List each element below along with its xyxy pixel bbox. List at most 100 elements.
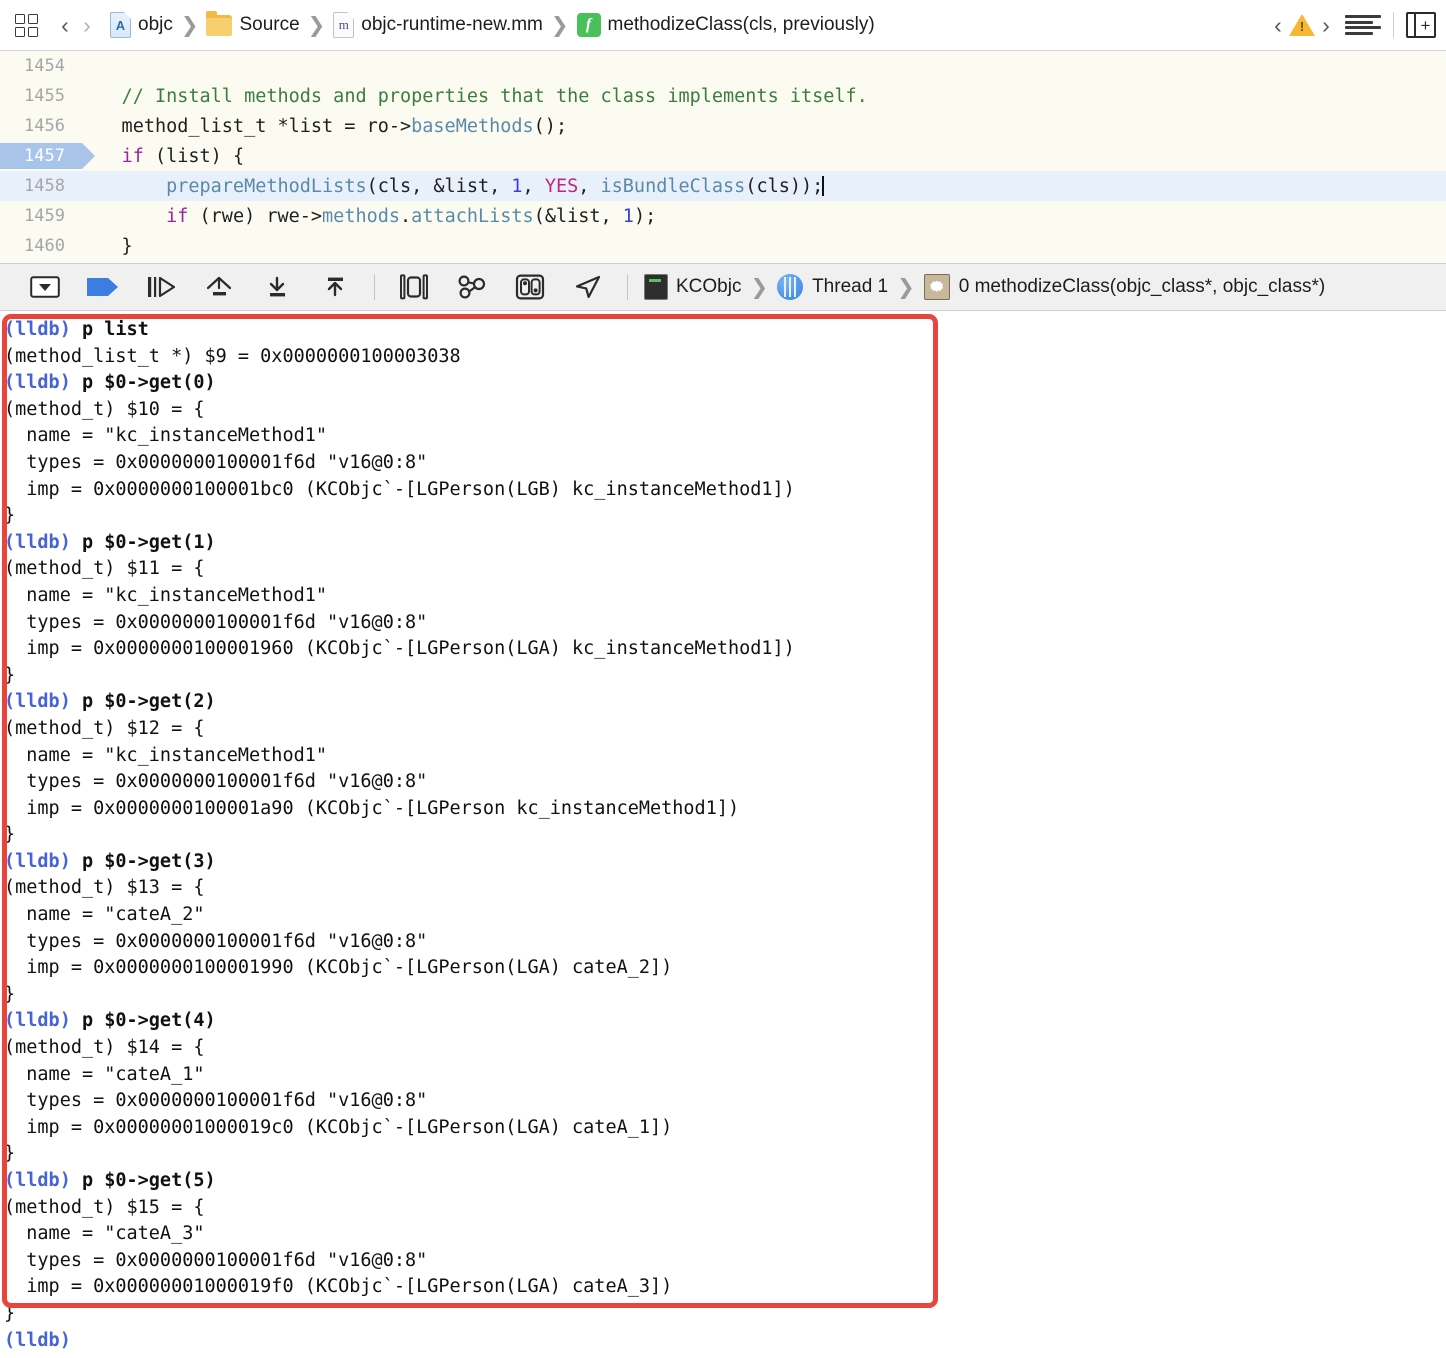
- lldb-command: p $0->get(2): [70, 691, 216, 713]
- stack-frame-label[interactable]: 0 methodizeClass(objc_class*, objc_class…: [959, 276, 1325, 298]
- code-token: 1: [511, 175, 523, 197]
- lldb-command: p $0->get(0): [70, 372, 216, 394]
- line-number[interactable]: 1454: [0, 56, 77, 76]
- breadcrumb-item-function[interactable]: f methodizeClass(cls, previously): [576, 13, 875, 37]
- code-text: prepareMethodLists(cls, &list, 1, YES, i…: [77, 175, 824, 197]
- line-number[interactable]: 1457: [0, 146, 77, 166]
- code-token: if: [166, 205, 189, 227]
- console-command-line[interactable]: (lldb) p $0->get(1): [4, 530, 1446, 557]
- code-token: method_list_t *list = ro->: [77, 115, 412, 137]
- code-token: ,: [522, 175, 545, 197]
- console-output-line: (method_t) $12 = {: [4, 717, 205, 739]
- view-hierarchy-icon[interactable]: [385, 269, 443, 305]
- console-output-line: name = "cateA_2": [4, 904, 205, 926]
- navigate-forward-button[interactable]: ›: [76, 11, 98, 39]
- warning-triangle-icon[interactable]: !: [1289, 13, 1315, 37]
- continue-button[interactable]: [74, 269, 132, 305]
- console-command-line[interactable]: (lldb): [4, 1328, 1446, 1355]
- code-line[interactable]: 1456 method_list_t *list = ro->baseMetho…: [0, 111, 1446, 141]
- lldb-prompt: (lldb): [4, 1170, 71, 1191]
- breadcrumb-item-project[interactable]: A objc: [110, 12, 173, 38]
- assistant-editor-add-icon[interactable]: +: [1406, 12, 1436, 38]
- code-token: }: [77, 235, 133, 257]
- code-token: methods: [322, 205, 401, 227]
- location-arrow-icon[interactable]: [559, 269, 617, 305]
- code-line[interactable]: 1457 if (list) {: [0, 141, 1446, 171]
- next-issue-button[interactable]: ›: [1315, 11, 1337, 39]
- console-command-line[interactable]: (lldb) p $0->get(2): [4, 689, 1446, 716]
- code-line[interactable]: 1458 prepareMethodLists(cls, &list, 1, Y…: [0, 171, 1446, 201]
- code-line[interactable]: 1455 // Install methods and properties t…: [0, 81, 1446, 111]
- code-line[interactable]: 1459 if (rwe) rwe->methods.attachLists(&…: [0, 201, 1446, 231]
- jump-bar: ‹ › A objc ❯ Source ❯ m objc-runtime-new…: [0, 0, 1446, 51]
- console-output-line: (method_t) $14 = {: [4, 1037, 205, 1059]
- line-number[interactable]: 1458: [0, 176, 77, 196]
- lldb-prompt: (lldb): [4, 531, 71, 553]
- line-number[interactable]: 1459: [0, 206, 77, 226]
- console-output-line: name = "cateA_3": [4, 1223, 205, 1245]
- console-command-line[interactable]: (lldb) p $0->get(5): [4, 1168, 1446, 1195]
- code-token: (&list,: [533, 205, 623, 227]
- environment-overrides-icon[interactable]: [501, 269, 559, 305]
- navigate-back-button[interactable]: ‹: [54, 11, 76, 39]
- code-token: // Install methods and properties that t…: [121, 85, 868, 107]
- code-token: if: [121, 145, 144, 167]
- console-output-line: (method_list_t *) $9 = 0x000000010000303…: [4, 345, 461, 367]
- console-output-line: types = 0x0000000100001f6d "v16@0:8": [4, 1090, 428, 1112]
- code-line[interactable]: 1454: [0, 51, 1446, 81]
- console-output-line: types = 0x0000000100001f6d "v16@0:8": [4, 451, 428, 473]
- console-command-line[interactable]: (lldb) p $0->get(4): [4, 1008, 1446, 1035]
- breadcrumb-label: methodizeClass(cls, previously): [607, 14, 875, 35]
- console-output-line: }: [4, 1143, 16, 1165]
- code-token: YES: [544, 175, 579, 197]
- step-out-of-block-button[interactable]: [306, 269, 364, 305]
- thread-label[interactable]: Thread 1: [812, 276, 888, 298]
- memory-graph-icon[interactable]: [443, 269, 501, 305]
- code-token: ();: [533, 115, 568, 137]
- lldb-command: p $0->get(3): [70, 850, 216, 872]
- code-token: (rwe) rwe->: [188, 205, 323, 227]
- code-token: 1: [622, 205, 634, 227]
- console-output-line: }: [4, 664, 16, 686]
- breadcrumb-item-folder[interactable]: Source: [206, 10, 300, 36]
- console-output-line: types = 0x0000000100001f6d "v16@0:8": [4, 1249, 428, 1271]
- step-over-button[interactable]: [132, 269, 190, 305]
- console-output-line: (method_t) $13 = {: [4, 877, 205, 899]
- source-code-editor[interactable]: 1454 1455 // Install methods and properti…: [0, 51, 1446, 263]
- console-command-line[interactable]: (lldb) p $0->get(3): [4, 849, 1446, 876]
- console-output-line: types = 0x0000000100001f6d "v16@0:8": [4, 611, 428, 633]
- code-token: (cls, &list,: [366, 175, 512, 197]
- code-token: attachLists: [411, 205, 534, 227]
- console-output-line: }: [4, 983, 16, 1005]
- line-number[interactable]: 1456: [0, 116, 77, 136]
- code-line[interactable]: 1460 }: [0, 231, 1446, 261]
- line-number[interactable]: 1460: [0, 236, 77, 256]
- console-output: (lldb) p list (method_list_t *) $9 = 0x00…: [4, 317, 1446, 1354]
- debug-stack-path: KCObjc ❯ Thread 1 ❯ 0 methodizeClass(obj…: [644, 274, 1325, 300]
- line-number[interactable]: 1455: [0, 86, 77, 106]
- process-label[interactable]: KCObjc: [676, 276, 741, 298]
- console-output-line: imp = 0x0000000100001bc0 (KCObjc`-[LGPer…: [4, 478, 795, 500]
- console-command-line[interactable]: (lldb) p $0->get(0): [4, 370, 1446, 397]
- step-into-button[interactable]: [190, 269, 248, 305]
- console-command-line[interactable]: (lldb) p list: [4, 317, 1446, 344]
- step-out-button[interactable]: [248, 269, 306, 305]
- folder-icon: [206, 10, 233, 36]
- toolbar-divider: [1393, 12, 1394, 38]
- hide-debug-area-button[interactable]: [16, 269, 74, 305]
- previous-issue-button[interactable]: ‹: [1267, 11, 1289, 39]
- code-token: baseMethods: [411, 115, 534, 137]
- breadcrumb-item-file[interactable]: m objc-runtime-new.mm: [333, 12, 543, 38]
- minimap-lines-icon[interactable]: [1345, 13, 1381, 37]
- code-text: if (list) {: [77, 145, 245, 167]
- breadcrumb-separator: ❯: [180, 13, 199, 37]
- console-output-line: imp = 0x0000000100001990 (KCObjc`-[LGPer…: [4, 957, 673, 979]
- related-items-icon[interactable]: [14, 12, 40, 38]
- console-output-line: }: [4, 824, 16, 846]
- lldb-console[interactable]: (lldb) p list (method_list_t *) $9 = 0x00…: [0, 311, 1446, 1358]
- assistant-plus-glyph: +: [1420, 15, 1431, 35]
- breadcrumb-label: objc: [138, 14, 173, 35]
- objc-file-icon: m: [333, 12, 355, 38]
